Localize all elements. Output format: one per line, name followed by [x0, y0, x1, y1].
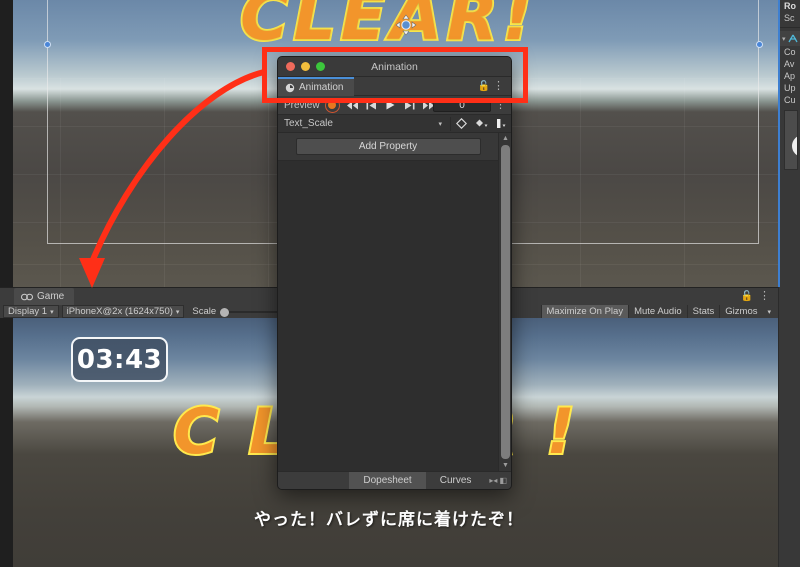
next-keyframe-icon[interactable]	[400, 97, 419, 114]
inspector-row-rotation: Ro	[784, 1, 796, 11]
inspector-field-avatar: Av	[784, 59, 795, 69]
game-timer-display: 03:43	[71, 337, 168, 382]
vertical-scrollbar[interactable]: ▲ ▼	[498, 133, 511, 471]
maximize-on-play-button[interactable]: Maximize On Play	[540, 305, 629, 318]
tab-game[interactable]: Game	[14, 288, 75, 305]
inspector-row-scale: Sc	[784, 13, 795, 23]
tab-animation-label: Animation	[299, 82, 344, 93]
inspector-field-update-mode: Up	[784, 83, 796, 93]
kebab-menu-icon[interactable]: ⋮	[495, 98, 506, 112]
first-frame-icon[interactable]	[343, 97, 362, 114]
inspector-preview-area	[784, 110, 798, 170]
scrollbar-thumb[interactable]	[501, 145, 510, 459]
scale-label: Scale	[192, 306, 217, 317]
footer-nav-icons[interactable]: ▸◂ ◧	[485, 472, 511, 489]
resolution-dropdown[interactable]: iPhoneX@2x (1624x750) ▾	[61, 305, 185, 318]
chevron-down-icon: ▾	[175, 308, 180, 316]
kebab-menu-icon[interactable]: ⋮	[493, 79, 504, 93]
scene-clear-text: CLEAR!	[238, 0, 538, 57]
gizmos-dropdown-button[interactable]: Gizmos ▾	[719, 305, 776, 318]
scroll-up-icon[interactable]: ▲	[501, 134, 510, 143]
inspector-panel-lower	[778, 287, 800, 567]
maximize-on-play-label: Maximize On Play	[546, 306, 624, 317]
inspector-component-header[interactable]: ▾	[780, 31, 800, 46]
previous-keyframe-icon[interactable]	[362, 97, 381, 114]
display-dropdown[interactable]: Display 1 ▾	[3, 305, 59, 318]
animation-playback-row: Preview 0 ⋮	[278, 96, 511, 115]
chevron-down-icon: ▾	[50, 308, 54, 316]
animation-window-titlebar[interactable]: Animation	[278, 57, 511, 77]
animation-window[interactable]: Animation Animation 🔓 ⋮ Preview 0 ⋮ Text…	[277, 56, 512, 490]
current-frame-field[interactable]: 0	[433, 98, 491, 112]
inspector-field-culling-mode: Cu	[784, 95, 796, 105]
game-subtitle-text: やった！バレずに席に着けたぞ！	[254, 510, 524, 530]
mute-audio-label: Mute Audio	[634, 306, 682, 317]
scroll-down-icon[interactable]: ▼	[501, 461, 510, 470]
game-toolbar-buttons: Maximize On Play Mute Audio Stats Gizmos…	[540, 305, 776, 318]
tab-game-label: Game	[37, 291, 65, 302]
add-keyframe-icon[interactable]	[451, 115, 471, 133]
resolution-dropdown-label: iPhoneX@2x (1624x750)	[66, 306, 173, 317]
animation-clip-name[interactable]: Text_Scale	[278, 118, 438, 129]
dopesheet-area[interactable]	[278, 160, 498, 471]
tab-curves[interactable]: Curves	[426, 472, 486, 489]
animator-icon	[787, 34, 798, 43]
stats-label: Stats	[692, 306, 715, 317]
chevron-down-icon[interactable]: ▾	[782, 35, 786, 43]
animation-footer: Dopesheet Curves ▸◂ ◧	[278, 471, 511, 489]
animation-clip-row: Text_Scale ▾	[278, 115, 511, 133]
animation-tabbar: Animation 🔓 ⋮	[278, 77, 511, 96]
stats-button[interactable]: Stats	[686, 305, 720, 318]
preview-toggle-label[interactable]: Preview	[278, 100, 325, 111]
play-icon[interactable]	[381, 97, 400, 114]
unity-editor-window: CLEAR! Game 🔓 ⋮ Display 1 ▾ iPhoneX@2x (…	[0, 0, 800, 567]
record-button-icon[interactable]	[324, 97, 340, 113]
inspector-field-apply-root-motion: Ap	[784, 71, 796, 81]
animation-window-title: Animation	[371, 60, 418, 73]
animation-property-list[interactable]: Add Property	[278, 133, 498, 471]
add-event-icon[interactable]	[491, 115, 511, 133]
next-icon[interactable]: ◧	[499, 476, 507, 485]
tab-curves-label: Curves	[439, 475, 472, 486]
add-property-button[interactable]: Add Property	[295, 138, 481, 155]
eye-icon	[21, 293, 33, 300]
scale-slider-knob[interactable]	[220, 308, 230, 317]
add-property-label: Add Property	[358, 141, 418, 152]
inspector-divider	[780, 27, 800, 28]
kebab-menu-icon[interactable]: ⋮	[759, 289, 770, 303]
tab-dopesheet-label: Dopesheet	[363, 475, 412, 486]
gizmos-label: Gizmos	[725, 306, 758, 317]
mute-audio-button[interactable]: Mute Audio	[628, 305, 687, 318]
clock-icon	[285, 83, 295, 92]
link-icon[interactable]: ▸◂	[489, 476, 497, 485]
chevron-down-icon[interactable]: ▾	[438, 120, 450, 128]
inspector-field-controller: Co	[784, 47, 796, 57]
scene-left-gutter	[0, 0, 13, 287]
add-keyframe-dropdown-icon[interactable]	[471, 115, 491, 133]
preview-sphere	[792, 135, 797, 157]
lock-icon[interactable]: 🔓	[478, 81, 490, 92]
display-dropdown-label: Display 1	[8, 306, 48, 317]
lock-icon[interactable]: 🔓	[741, 291, 753, 302]
animation-body: Add Property ▲ ▼	[278, 133, 511, 471]
move-gizmo-icon[interactable]	[395, 14, 417, 36]
inspector-panel[interactable]: Ro Sc ▾ Co Av Ap Up Cu	[778, 0, 800, 287]
tab-animation[interactable]: Animation	[278, 77, 355, 96]
record-dot	[328, 101, 337, 109]
tab-dopesheet[interactable]: Dopesheet	[349, 472, 426, 489]
current-frame-value: 0	[459, 99, 465, 111]
chevron-down-icon: ▾	[767, 308, 771, 316]
game-timer-value: 03:43	[76, 344, 163, 375]
